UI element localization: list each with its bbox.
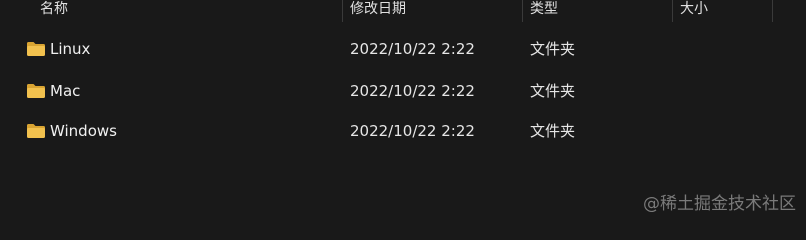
folder-icon bbox=[27, 124, 45, 138]
watermark: @稀土掘金技术社区 bbox=[643, 194, 796, 214]
folder-icon bbox=[27, 42, 45, 56]
file-type: 文件夹 bbox=[530, 122, 576, 140]
file-row[interactable]: Mac 2022/10/22 2:22 文件夹 bbox=[16, 73, 776, 109]
column-header-size[interactable]: 大小 bbox=[674, 0, 772, 22]
column-divider[interactable] bbox=[772, 0, 773, 22]
column-header-bar: 名称 修改日期 类型 大小 bbox=[0, 0, 806, 22]
file-name: Linux bbox=[50, 40, 91, 58]
column-divider[interactable] bbox=[522, 0, 523, 22]
column-header-name[interactable]: 名称 bbox=[34, 0, 340, 22]
file-name: Windows bbox=[50, 122, 117, 140]
column-header-type-label: 类型 bbox=[530, 1, 558, 17]
folder-icon bbox=[27, 84, 45, 98]
file-type: 文件夹 bbox=[530, 82, 576, 100]
file-row[interactable]: Linux 2022/10/22 2:22 文件夹 bbox=[16, 31, 776, 67]
column-header-modified-label: 修改日期 bbox=[350, 1, 406, 17]
file-type: 文件夹 bbox=[530, 40, 576, 58]
file-modified-date: 2022/10/22 2:22 bbox=[350, 40, 475, 58]
column-header-type[interactable]: 类型 bbox=[524, 0, 672, 22]
file-row[interactable]: Windows 2022/10/22 2:22 文件夹 bbox=[16, 113, 776, 149]
column-header-size-label: 大小 bbox=[680, 1, 708, 17]
column-header-modified[interactable]: 修改日期 bbox=[344, 0, 522, 22]
column-header-name-label: 名称 bbox=[40, 1, 68, 17]
file-modified-date: 2022/10/22 2:22 bbox=[350, 122, 475, 140]
column-divider[interactable] bbox=[672, 0, 673, 22]
file-modified-date: 2022/10/22 2:22 bbox=[350, 82, 475, 100]
column-divider[interactable] bbox=[342, 0, 343, 22]
file-name: Mac bbox=[50, 82, 81, 100]
